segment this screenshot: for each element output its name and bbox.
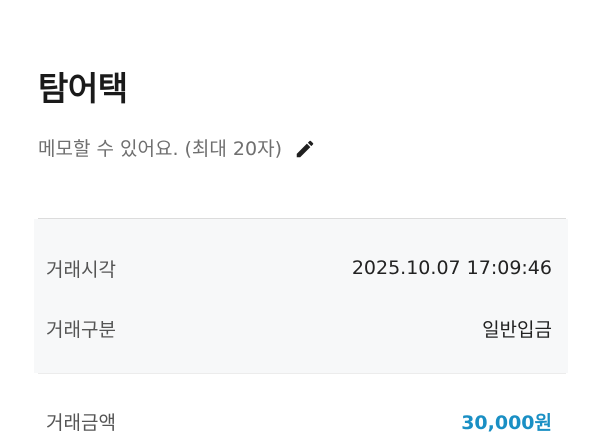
memo-placeholder[interactable]: 메모할 수 있어요. (최대 20자) (38, 134, 282, 164)
transaction-amount-row: 거래금액 30,000원 (46, 406, 552, 436)
transaction-amount-value: 30,000원 (461, 411, 552, 434)
transaction-amount-label: 거래금액 (46, 411, 116, 434)
detail-panel (34, 219, 568, 373)
detail-divider (38, 373, 566, 374)
transaction-type-value: 일반입금 (482, 318, 552, 341)
transaction-time-row: 거래시각 2025.10.07 17:09:46 (46, 253, 552, 283)
transaction-type-label: 거래구분 (46, 318, 116, 341)
page-title: 탐어택 (38, 69, 128, 108)
transaction-type-row: 거래구분 일반입금 (46, 313, 552, 343)
transaction-time-value: 2025.10.07 17:09:46 (351, 257, 552, 279)
pencil-icon[interactable] (294, 138, 316, 160)
memo-edit-row[interactable]: 메모할 수 있어요. (최대 20자) (38, 134, 316, 164)
transaction-time-label: 거래시각 (46, 258, 116, 281)
transaction-detail-screen: 탐어택 메모할 수 있어요. (최대 20자) 거래시각 2025.10.07 … (0, 0, 600, 443)
